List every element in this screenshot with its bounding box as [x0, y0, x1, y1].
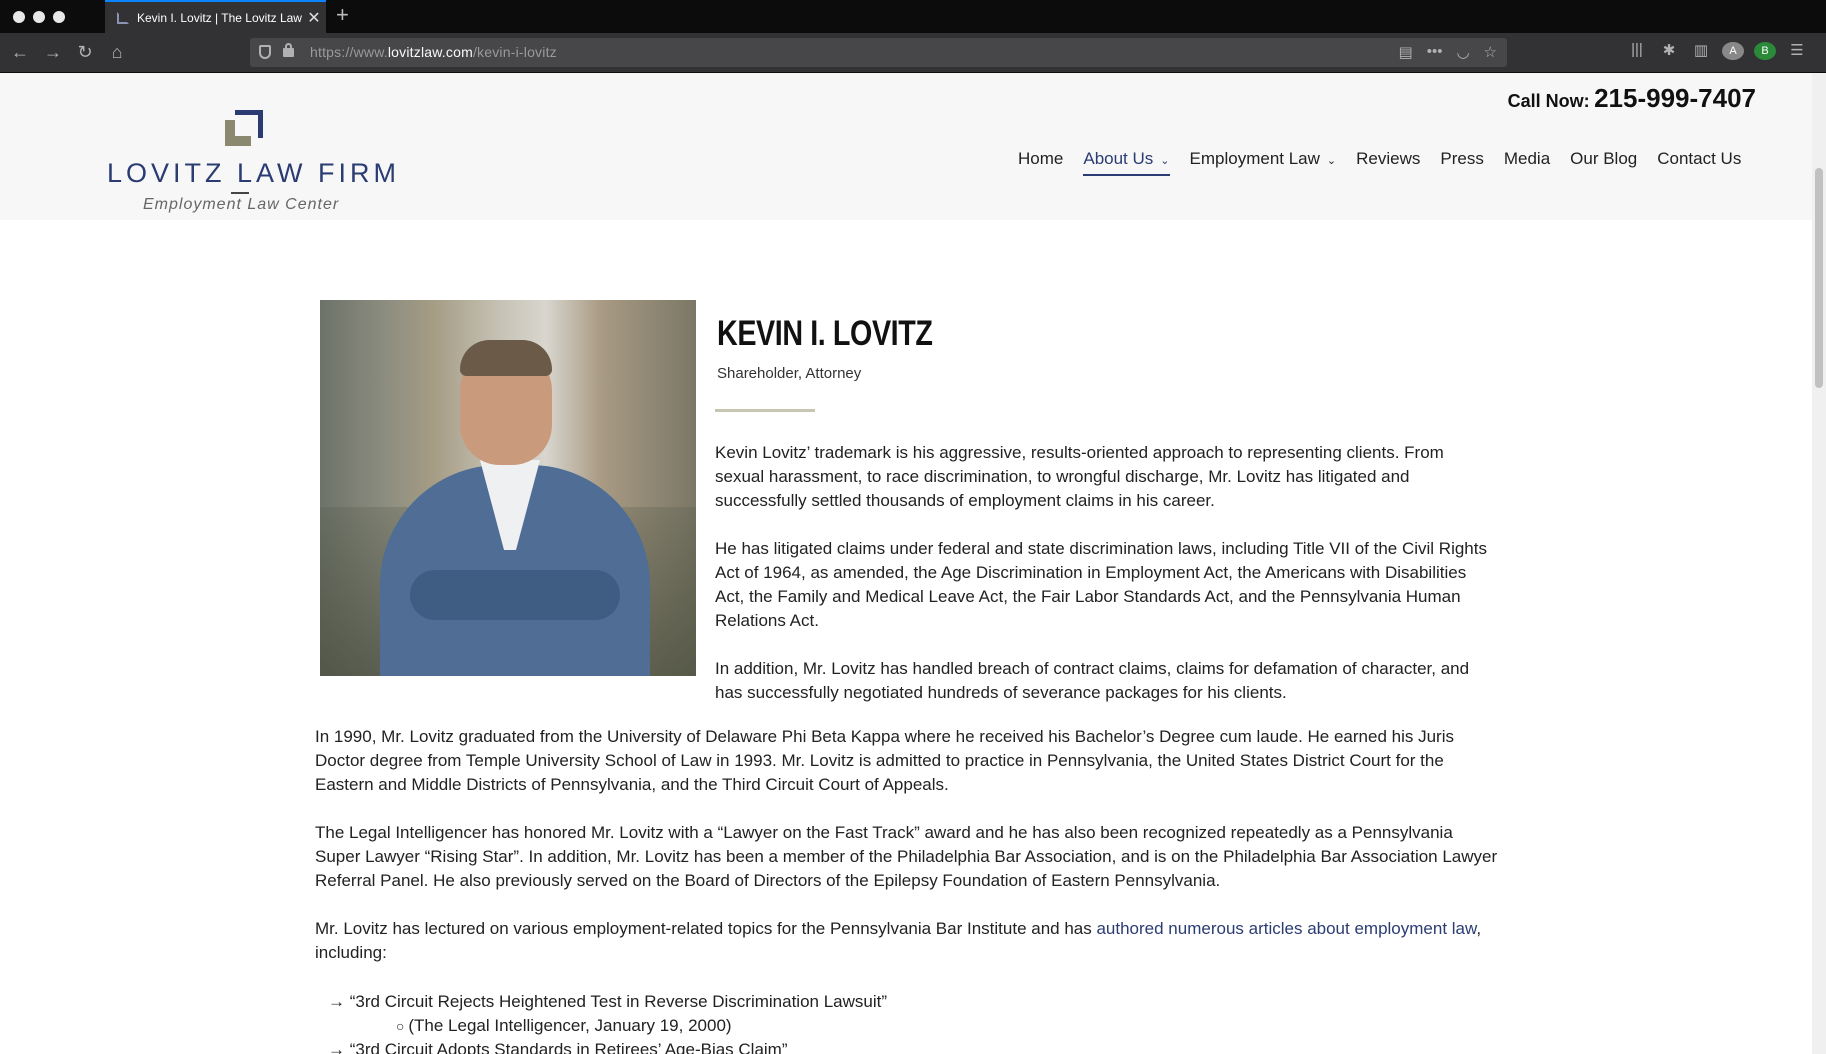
- articles-link[interactable]: authored numerous articles about employm…: [1096, 919, 1476, 938]
- home-icon[interactable]: ⌂: [105, 41, 129, 63]
- attorney-portrait: [320, 300, 696, 676]
- nav-our-blog[interactable]: Our Blog: [1570, 149, 1637, 176]
- site-logo[interactable]: LOVITZ LAW FIRM Employment Law Center: [107, 110, 396, 213]
- nav-contact-us[interactable]: Contact Us: [1657, 149, 1741, 176]
- scrollbar-thumb[interactable]: [1815, 168, 1823, 388]
- call-label: Call Now:: [1507, 91, 1590, 111]
- articles-list: “3rd Circuit Rejects Heightened Test in …: [328, 990, 887, 1054]
- tab-title: Kevin I. Lovitz | The Lovitz Law: [137, 10, 302, 25]
- active-tab[interactable]: Kevin I. Lovitz | The Lovitz Law ✕: [105, 0, 326, 33]
- lectures-paragraph: Mr. Lovitz has lectured on various emplo…: [315, 919, 1482, 962]
- nav-home[interactable]: Home: [1018, 149, 1063, 176]
- bio-paragraph: In addition, Mr. Lovitz has handled brea…: [715, 659, 1470, 702]
- title-divider: [715, 409, 815, 412]
- browser-toolbar: ← → ↻ ⌂ https://www.lovitzlaw.com/kevin-…: [0, 33, 1826, 73]
- bio-paragraph: The Legal Intelligencer has honored Mr. …: [315, 823, 1498, 890]
- extensions-icon[interactable]: ✱: [1658, 41, 1680, 60]
- reload-icon[interactable]: ↻: [73, 41, 97, 63]
- address-bar[interactable]: https://www.lovitzlaw.com/kevin-i-lovitz…: [250, 38, 1507, 67]
- phone-number[interactable]: 215-999-7407: [1594, 83, 1756, 113]
- browser-tab-strip: Kevin I. Lovitz | The Lovitz Law ✕ +: [0, 0, 1826, 33]
- bio-paragraph: Kevin Lovitz’ trademark is his aggressiv…: [715, 443, 1444, 510]
- page-scrollbar[interactable]: [1812, 73, 1826, 1054]
- favicon-icon: [117, 11, 129, 24]
- logo-divider: [231, 192, 249, 194]
- url-text[interactable]: https://www.lovitzlaw.com/kevin-i-lovitz: [310, 44, 557, 60]
- minimize-window-button[interactable]: [33, 11, 45, 23]
- tab-close-icon[interactable]: ✕: [302, 8, 326, 28]
- account-icon[interactable]: A: [1722, 41, 1744, 60]
- list-item: “3rd Circuit Adopts Standards in Retiree…: [328, 1038, 887, 1054]
- nav-reviews[interactable]: Reviews: [1356, 149, 1420, 176]
- call-now[interactable]: Call Now: 215-999-7407: [1508, 83, 1756, 114]
- reader-view-icon[interactable]: ▤: [1399, 43, 1413, 61]
- logo-name: LOVITZ LAW FIRM: [107, 158, 401, 188]
- logo-mark-icon: [225, 110, 263, 148]
- list-item-source: (The Legal Intelligencer, January 19, 20…: [328, 1014, 887, 1038]
- library-icon[interactable]: |||: [1626, 41, 1648, 60]
- new-tab-icon[interactable]: +: [336, 2, 349, 28]
- site-header: LOVITZ LAW FIRM Employment Law Center Ca…: [0, 73, 1812, 220]
- bio-paragraph: He has litigated claims under federal an…: [715, 539, 1487, 630]
- attorney-role: Shareholder, Attorney: [717, 365, 862, 382]
- maximize-window-button[interactable]: [53, 11, 65, 23]
- forward-icon[interactable]: →: [41, 41, 65, 63]
- nav-employment-law[interactable]: Employment Law ⌄: [1190, 149, 1337, 176]
- back-icon[interactable]: ←: [8, 41, 32, 63]
- bio-paragraph: In 1990, Mr. Lovitz graduated from the U…: [315, 727, 1454, 794]
- logo-tagline: Employment Law Center: [143, 196, 340, 213]
- nav-about-us[interactable]: About Us ⌄: [1083, 149, 1170, 176]
- main-navigation: Home About Us ⌄ Employment Law ⌄ Reviews P…: [1018, 149, 1761, 176]
- attorney-name: KEVIN I. LOVITZ: [717, 314, 933, 353]
- bookmark-star-icon[interactable]: ☆: [1484, 43, 1497, 61]
- list-item: “3rd Circuit Rejects Heightened Test in …: [328, 990, 887, 1014]
- chevron-down-icon: ⌄: [1326, 155, 1337, 167]
- sidebar-icon[interactable]: ▥: [1690, 41, 1712, 60]
- lock-icon[interactable]: [283, 43, 294, 57]
- pocket-icon[interactable]: ◡: [1456, 43, 1469, 61]
- tracking-protection-icon[interactable]: [259, 45, 271, 59]
- web-page: LOVITZ LAW FIRM Employment Law Center Ca…: [0, 73, 1812, 1054]
- chevron-down-icon: ⌄: [1160, 155, 1170, 167]
- nav-press[interactable]: Press: [1440, 149, 1483, 176]
- profile-icon[interactable]: B: [1754, 41, 1776, 60]
- menu-icon[interactable]: ☰: [1786, 41, 1808, 60]
- nav-media[interactable]: Media: [1504, 149, 1550, 176]
- close-window-button[interactable]: [13, 11, 25, 23]
- page-actions-icon[interactable]: •••: [1427, 43, 1443, 61]
